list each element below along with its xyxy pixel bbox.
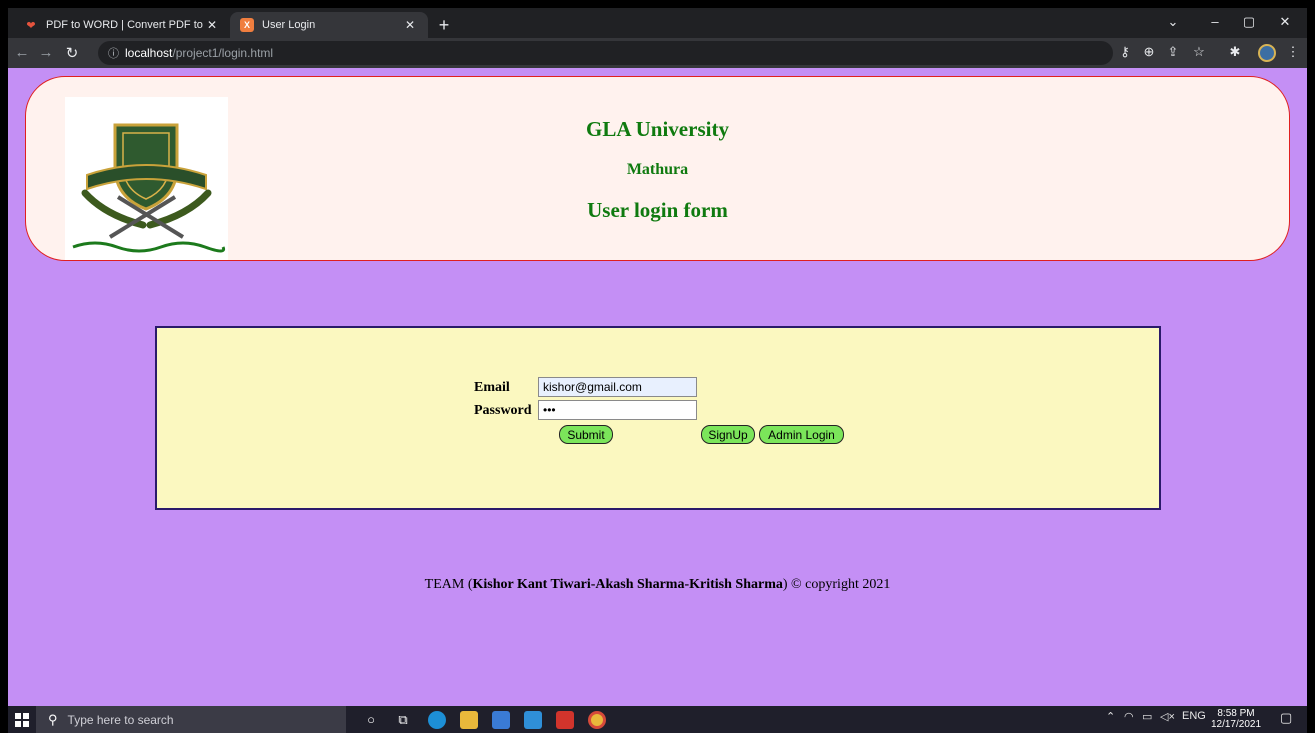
tab-search-icon[interactable]: ⌄ [1158, 14, 1188, 30]
clock-time: 8:58 PM [1217, 708, 1255, 719]
window-close-button[interactable]: ✕ [1270, 14, 1300, 30]
pdf-heart-icon: ❤ [26, 19, 36, 32]
chrome-icon[interactable] [588, 711, 606, 729]
browser-toolbar: ← → ↻ ⓘ localhost /project1/login.html ⚷… [8, 38, 1307, 68]
search-icon: ⚲ [48, 711, 58, 727]
maximize-button[interactable]: ▢ [1234, 14, 1264, 30]
page-viewport: GLA University Mathura User login form E… [8, 68, 1307, 706]
password-field[interactable]: ••• [538, 400, 697, 420]
url-host: localhost [125, 46, 173, 60]
minimize-button[interactable]: – [1200, 14, 1230, 29]
close-icon[interactable]: ✕ [204, 18, 220, 32]
language-indicator[interactable]: ENG [1182, 710, 1206, 722]
page-footer: TEAM (Kishor Kant Tiwari-Akash Sharma-Kr… [8, 577, 1307, 593]
admin-login-button[interactable]: Admin Login [759, 425, 844, 444]
address-bar[interactable]: ⓘ localhost /project1/login.html [98, 41, 1113, 65]
back-icon[interactable]: ← [12, 44, 32, 61]
taskbar-clock[interactable]: 8:58 PM 12/17/2021 [1206, 708, 1266, 730]
footer-prefix: TEAM ( [424, 577, 473, 592]
store-icon[interactable] [492, 711, 510, 729]
edge-icon[interactable] [428, 711, 446, 729]
battery-icon[interactable]: ▭ [1142, 710, 1152, 723]
email-label: Email [474, 380, 510, 395]
acrobat-icon[interactable] [556, 711, 574, 729]
tab-pdf-to-word[interactable]: ❤ PDF to WORD | Convert PDF to W ✕ [14, 12, 230, 38]
forward-icon[interactable]: → [36, 44, 56, 61]
reload-icon[interactable]: ↻ [62, 44, 82, 62]
url-path: /project1/login.html [172, 46, 274, 60]
browser-tabstrip: ❤ PDF to WORD | Convert PDF to W ✕ X Use… [8, 8, 1307, 38]
extensions-puzzle-icon[interactable]: ✱ [1224, 44, 1246, 60]
wifi-icon[interactable]: ◠ [1124, 710, 1134, 723]
footer-copyright: ) © copyright 2021 [782, 577, 891, 592]
file-explorer-icon[interactable] [460, 711, 478, 729]
windows-start-icon[interactable] [12, 709, 32, 730]
tab-title: User Login [262, 19, 316, 31]
submit-button[interactable]: Submit [559, 425, 613, 444]
email-field[interactable] [538, 377, 697, 397]
tab-user-login[interactable]: X User Login ✕ [230, 12, 428, 38]
bookmark-star-icon[interactable]: ☆ [1188, 44, 1210, 60]
form-title: User login form [587, 198, 728, 222]
xampp-icon: X [240, 18, 254, 32]
university-title: GLA University [586, 117, 729, 141]
key-icon[interactable]: ⚷ [1114, 44, 1136, 60]
close-icon[interactable]: ✕ [402, 18, 418, 32]
notifications-icon[interactable]: ▢ [1280, 710, 1292, 726]
search-placeholder: Type here to search [67, 712, 174, 727]
new-tab-button[interactable]: + [434, 15, 454, 36]
page-header: GLA University Mathura User login form [25, 76, 1290, 261]
site-info-icon[interactable]: ⓘ [108, 45, 119, 61]
clock-date: 12/17/2021 [1210, 719, 1262, 730]
zoom-icon[interactable]: ⊕ [1138, 44, 1160, 60]
tray-chevron-icon[interactable]: ⌃ [1106, 710, 1115, 723]
taskbar-search-box[interactable]: ⚲ Type here to search [36, 706, 346, 733]
tab-title: PDF to WORD | Convert PDF to W [46, 19, 204, 31]
menu-kebab-icon[interactable]: ⋮ [1282, 44, 1304, 60]
cortana-icon[interactable]: ○ [360, 709, 382, 730]
password-label: Password [474, 403, 532, 418]
volume-muted-icon[interactable]: ◁× [1160, 710, 1175, 723]
task-view-icon[interactable]: ⧉ [392, 709, 414, 730]
signup-button[interactable]: SignUp [701, 425, 755, 444]
share-icon[interactable]: ⇪ [1162, 44, 1184, 60]
login-form-panel: Email Password ••• Submit SignUp Admin L… [155, 326, 1161, 510]
footer-team-names: Kishor Kant Tiwari-Akash Sharma-Kritish … [472, 577, 783, 592]
city-title: Mathura [626, 161, 689, 178]
mail-icon[interactable] [524, 711, 542, 729]
profile-avatar[interactable] [1258, 44, 1276, 62]
windows-taskbar: ⚲ Type here to search ○ ⧉ ⌃ ◠ ▭ ◁× ENG 8… [8, 706, 1307, 733]
